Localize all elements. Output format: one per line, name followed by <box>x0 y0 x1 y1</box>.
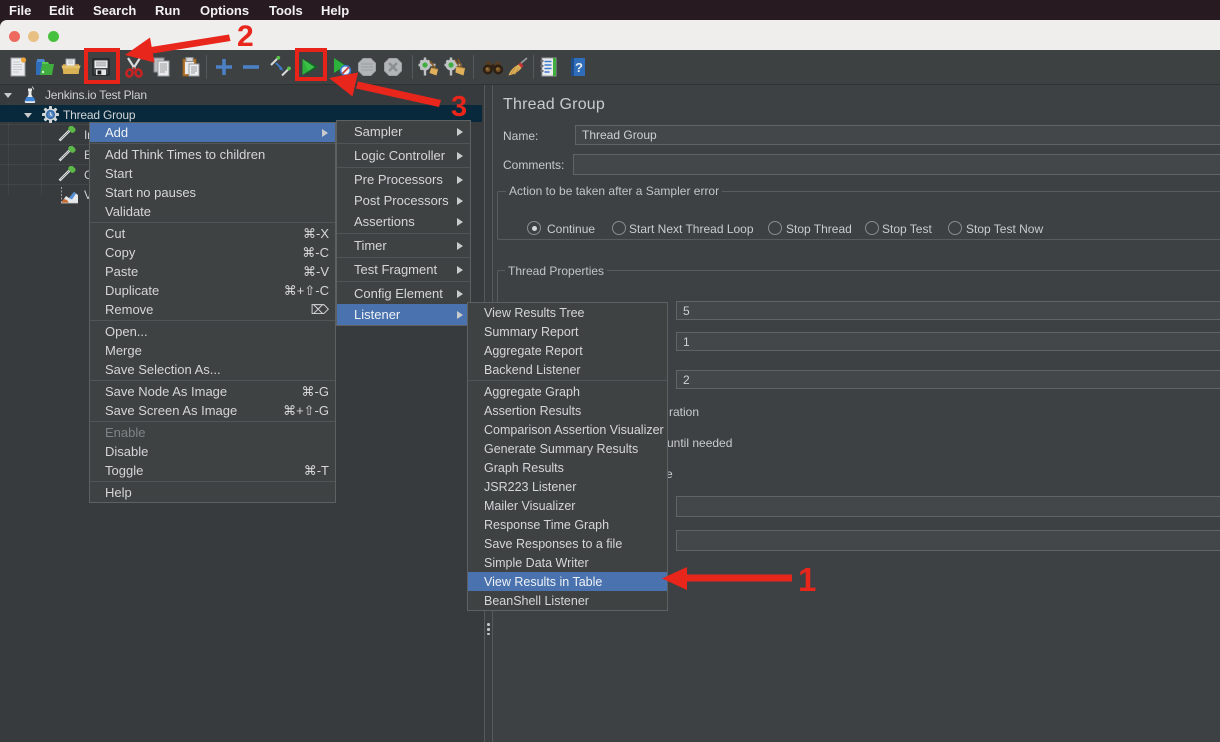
svg-text:?: ? <box>575 60 583 75</box>
